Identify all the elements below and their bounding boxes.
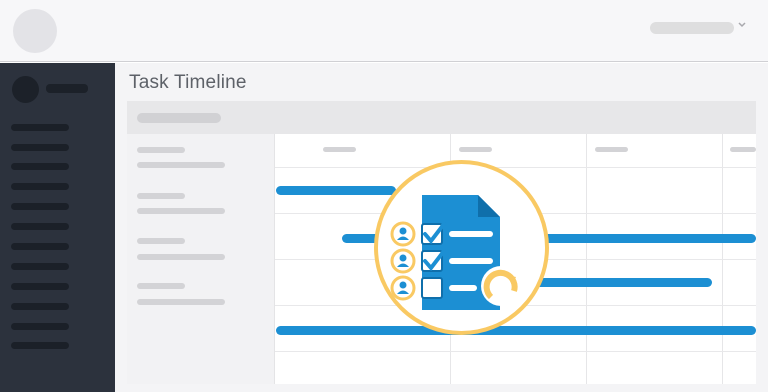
task-detail [137, 208, 225, 214]
column-header [595, 147, 628, 152]
column-header [730, 147, 756, 152]
sidebar-item[interactable] [11, 144, 69, 151]
column-header [459, 147, 492, 152]
user-menu-name[interactable] [650, 22, 734, 34]
sidebar-item[interactable] [11, 243, 69, 250]
sidebar-item[interactable] [11, 342, 69, 349]
sidebar-item[interactable] [11, 163, 69, 170]
grid-line [275, 351, 756, 352]
sidebar [0, 63, 115, 392]
task-bar[interactable] [527, 278, 712, 287]
task-detail [137, 299, 225, 305]
task-name[interactable] [137, 193, 185, 199]
sidebar-user-name [46, 84, 88, 93]
task-detail [137, 162, 225, 168]
sidebar-item[interactable] [11, 263, 69, 270]
logo-placeholder-icon[interactable] [13, 9, 57, 53]
task-name[interactable] [137, 147, 185, 153]
sidebar-item[interactable] [11, 183, 69, 190]
task-label-column [127, 134, 275, 384]
sidebar-item[interactable] [11, 124, 69, 131]
page-title: Task Timeline [129, 72, 247, 93]
timeline-toolbar [127, 101, 756, 134]
task-name[interactable] [137, 238, 185, 244]
toolbar-label [137, 113, 221, 123]
sidebar-item[interactable] [11, 303, 69, 310]
top-bar [0, 0, 768, 62]
chevron-down-icon[interactable] [737, 18, 747, 32]
task-name[interactable] [137, 283, 185, 289]
task-checklist-refresh-icon [374, 160, 549, 335]
sidebar-item[interactable] [11, 323, 69, 330]
task-detail [137, 254, 225, 260]
sidebar-avatar[interactable] [12, 76, 39, 103]
column-header [323, 147, 356, 152]
sidebar-item[interactable] [11, 203, 69, 210]
sidebar-item[interactable] [11, 223, 69, 230]
sidebar-item[interactable] [11, 283, 69, 290]
